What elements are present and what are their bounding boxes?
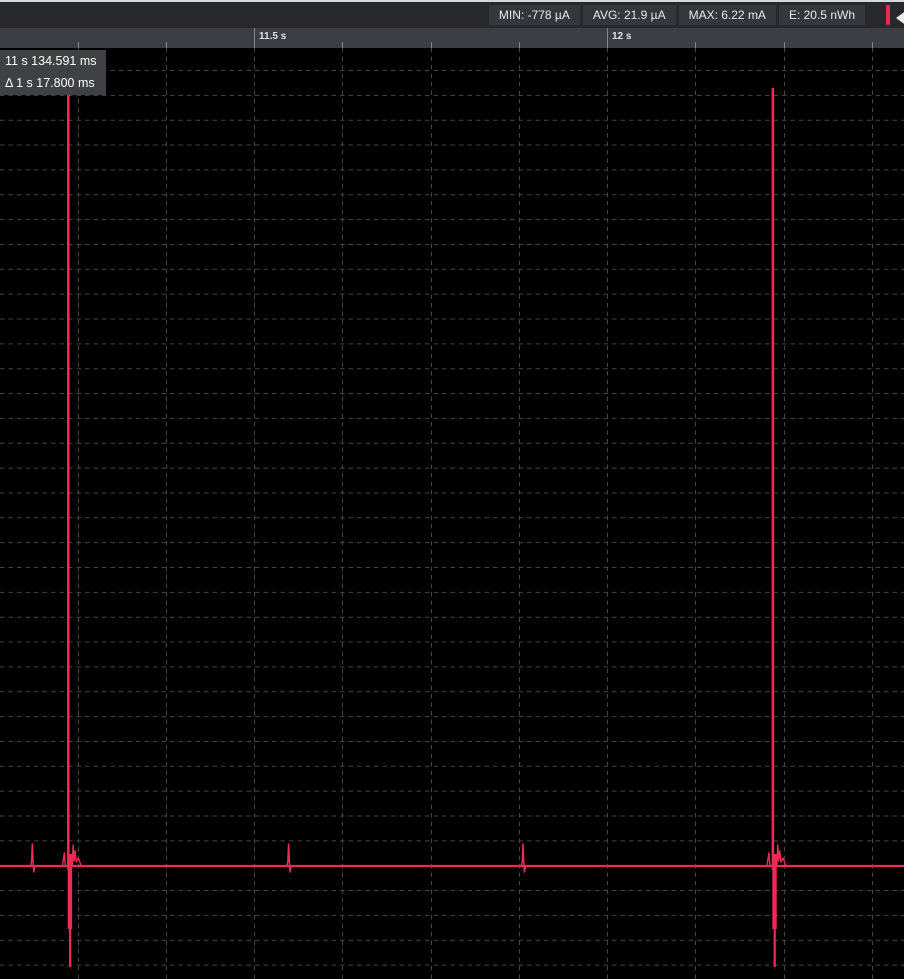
time-axis-minor-tick bbox=[519, 42, 520, 48]
stat-max: MAX: 6.22 mA bbox=[678, 5, 776, 25]
power-profiler-window: MIN: -778 µA AVG: 21.9 µA MAX: 6.22 mA E… bbox=[0, 0, 904, 979]
time-axis-label: 12 s bbox=[612, 31, 632, 42]
time-axis-minor-tick bbox=[784, 42, 785, 48]
cursor-tooltip: 11 s 134.591 ms Δ 1 s 17.800 ms bbox=[0, 50, 106, 95]
stat-energy: E: 20.5 nWh bbox=[778, 5, 865, 25]
time-axis-minor-tick bbox=[872, 42, 873, 48]
stats-bar: MIN: -778 µA AVG: 21.9 µA MAX: 6.22 mA E… bbox=[0, 0, 904, 28]
time-axis-major-tick bbox=[607, 28, 608, 48]
time-axis-minor-tick bbox=[431, 42, 432, 48]
selection-marker[interactable] bbox=[885, 5, 890, 25]
time-axis-major-tick bbox=[254, 28, 255, 48]
chart-canvas[interactable] bbox=[0, 0, 904, 979]
time-axis-minor-tick bbox=[78, 42, 79, 48]
stats-group: MIN: -778 µA AVG: 21.9 µA MAX: 6.22 mA E… bbox=[488, 5, 865, 25]
cursor-delta-label: Δ 1 s 17.800 ms bbox=[5, 76, 95, 90]
time-axis[interactable]: 11.5 s 12 s bbox=[0, 28, 904, 48]
time-axis-minor-tick bbox=[166, 42, 167, 48]
collapse-panel-icon[interactable] bbox=[896, 10, 904, 26]
time-axis-minor-tick bbox=[342, 42, 343, 48]
time-axis-minor-tick bbox=[695, 42, 696, 48]
time-axis-label: 11.5 s bbox=[259, 31, 287, 42]
stat-avg: AVG: 21.9 µA bbox=[582, 5, 676, 25]
stat-min: MIN: -778 µA bbox=[488, 5, 580, 25]
cursor-time-label: 11 s 134.591 ms bbox=[5, 54, 97, 68]
